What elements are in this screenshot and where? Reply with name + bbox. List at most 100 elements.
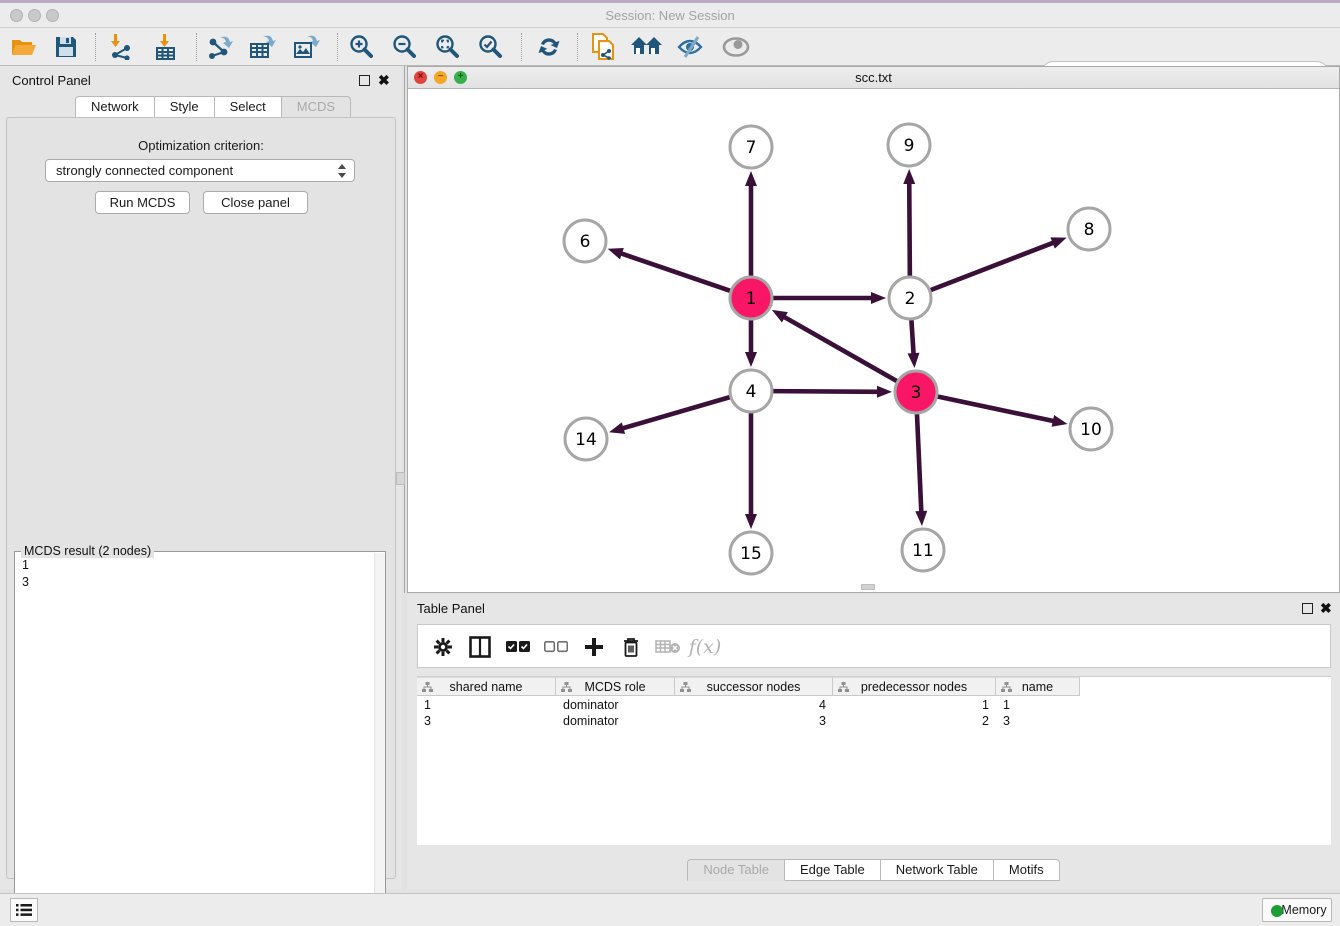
table-cell[interactable]: 3	[996, 713, 1080, 729]
tab-node-table[interactable]: Node Table	[687, 859, 785, 881]
node-table[interactable]: shared nameMCDS rolesuccessor nodesprede…	[417, 676, 1331, 845]
select-chevrons-icon	[337, 163, 348, 179]
open-session-icon[interactable]	[8, 32, 40, 62]
export-image-icon[interactable]	[291, 32, 323, 62]
status-bar: Memory	[0, 893, 1340, 926]
control-panel-title: Control Panel	[12, 73, 91, 88]
refresh-icon[interactable]	[533, 32, 565, 62]
unselect-all-columns-icon[interactable]	[541, 632, 571, 662]
table-options-icon[interactable]	[428, 632, 458, 662]
close-panel-icon[interactable]: ✖	[378, 75, 390, 86]
toolbar-separator	[577, 33, 578, 61]
main-toolbar	[0, 28, 1340, 66]
graph-node-label: 3	[911, 383, 922, 403]
edge-arrowhead	[745, 514, 757, 529]
edge-2-3[interactable]	[911, 320, 913, 356]
memory-button[interactable]: Memory	[1262, 898, 1332, 922]
edge-4-3[interactable]	[773, 391, 880, 392]
table-toolbar: f(x)	[417, 624, 1331, 668]
criterion-select[interactable]: strongly connected component	[45, 159, 355, 182]
toolbar-separator	[521, 33, 522, 61]
mcds-tab-content: Optimization criterion: strongly connect…	[6, 117, 396, 879]
import-table-icon[interactable]	[149, 32, 181, 62]
tab-edge-table[interactable]: Edge Table	[785, 859, 881, 881]
task-history-button[interactable]	[10, 898, 38, 922]
show-columns-icon[interactable]	[465, 632, 495, 662]
panel-divider-handle[interactable]	[396, 472, 405, 485]
graph-node-label: 9	[904, 136, 915, 156]
delete-table-icon[interactable]	[653, 632, 683, 662]
table-cell[interactable]: 3	[675, 713, 833, 729]
edge-arrowhead	[1050, 237, 1066, 248]
table-cell[interactable]: dominator	[556, 713, 675, 729]
edge-2-9[interactable]	[909, 181, 910, 276]
network-resize-handle[interactable]	[861, 584, 875, 590]
list-icon	[16, 903, 32, 917]
float-panel-icon[interactable]	[359, 75, 370, 86]
tab-motifs[interactable]: Motifs	[994, 859, 1060, 881]
function-builder-icon[interactable]: f(x)	[690, 632, 720, 662]
toolbar-separator	[95, 33, 96, 61]
zoom-out-icon[interactable]	[389, 32, 421, 62]
save-session-icon[interactable]	[50, 32, 82, 62]
edge-3-11[interactable]	[917, 414, 921, 514]
graph-node-label: 8	[1084, 220, 1095, 240]
column-header-predecessor-nodes[interactable]: predecessor nodes	[833, 677, 996, 696]
tab-select[interactable]: Select	[215, 96, 282, 118]
edge-1-6[interactable]	[619, 253, 730, 291]
edge-4-14[interactable]	[621, 397, 730, 429]
edge-arrowhead	[609, 422, 625, 434]
tab-network-table[interactable]: Network Table	[881, 859, 994, 881]
select-all-columns-icon[interactable]	[503, 632, 533, 662]
import-network-icon[interactable]	[104, 32, 136, 62]
column-header-MCDS-role[interactable]: MCDS role	[556, 677, 675, 696]
table-cell[interactable]: dominator	[556, 697, 675, 713]
copy-network-icon[interactable]	[588, 32, 620, 62]
table-cell[interactable]: 1	[833, 697, 996, 713]
edge-3-1[interactable]	[782, 316, 897, 381]
edge-3-10[interactable]	[938, 397, 1056, 422]
column-header-successor-nodes[interactable]: successor nodes	[675, 677, 833, 696]
criterion-value: strongly connected component	[56, 163, 233, 178]
panel-divider[interactable]	[404, 66, 405, 593]
network-graph-canvas[interactable]: 1234678910111415	[408, 89, 1339, 592]
result-scrollbar[interactable]	[374, 553, 385, 923]
zoom-selected-icon[interactable]	[475, 32, 507, 62]
export-table-icon[interactable]	[247, 32, 279, 62]
memory-status-icon	[1271, 905, 1283, 917]
edge-arrowhead	[915, 511, 927, 526]
close-panel-button[interactable]: Close panel	[203, 191, 308, 214]
run-mcds-button[interactable]: Run MCDS	[95, 191, 190, 214]
zoom-fit-icon[interactable]	[432, 32, 464, 62]
table-cell[interactable]: 3	[417, 713, 556, 729]
table-cell[interactable]: 4	[675, 697, 833, 713]
table-float-panel-icon[interactable]	[1302, 603, 1313, 614]
edge-2-8[interactable]	[931, 242, 1056, 290]
titlebar: Session: New Session	[0, 3, 1340, 28]
column-header-shared-name[interactable]: shared name	[417, 677, 556, 696]
toolbar-separator	[196, 33, 197, 61]
table-cell[interactable]: 1	[996, 697, 1080, 713]
zoom-in-icon[interactable]	[346, 32, 378, 62]
memory-label: Memory	[1281, 903, 1326, 917]
hide-selected-icon[interactable]	[675, 32, 707, 62]
graph-node-label: 14	[575, 430, 597, 450]
table-cell[interactable]: 1	[417, 697, 556, 713]
table-close-panel-icon[interactable]: ✖	[1320, 603, 1332, 614]
table-panel: Table Panel ✖ f(x)	[407, 595, 1340, 889]
tab-style[interactable]: Style	[155, 96, 215, 118]
edge-arrowhead	[908, 353, 920, 368]
show-all-icon[interactable]	[720, 32, 752, 62]
column-header-name[interactable]: name	[996, 677, 1080, 696]
table-cell[interactable]: 2	[833, 713, 996, 729]
tab-mcds[interactable]: MCDS	[282, 96, 351, 118]
tab-network[interactable]: Network	[75, 96, 155, 118]
window-title: Session: New Session	[0, 8, 1340, 23]
export-network-icon[interactable]	[204, 32, 236, 62]
mcds-result-lines: 1 3	[22, 557, 29, 591]
home-layout-icon[interactable]	[631, 32, 663, 62]
add-column-icon[interactable]	[579, 632, 609, 662]
edge-arrowhead	[608, 248, 624, 259]
graph-node-label: 11	[912, 541, 934, 561]
delete-columns-icon[interactable]	[616, 632, 646, 662]
